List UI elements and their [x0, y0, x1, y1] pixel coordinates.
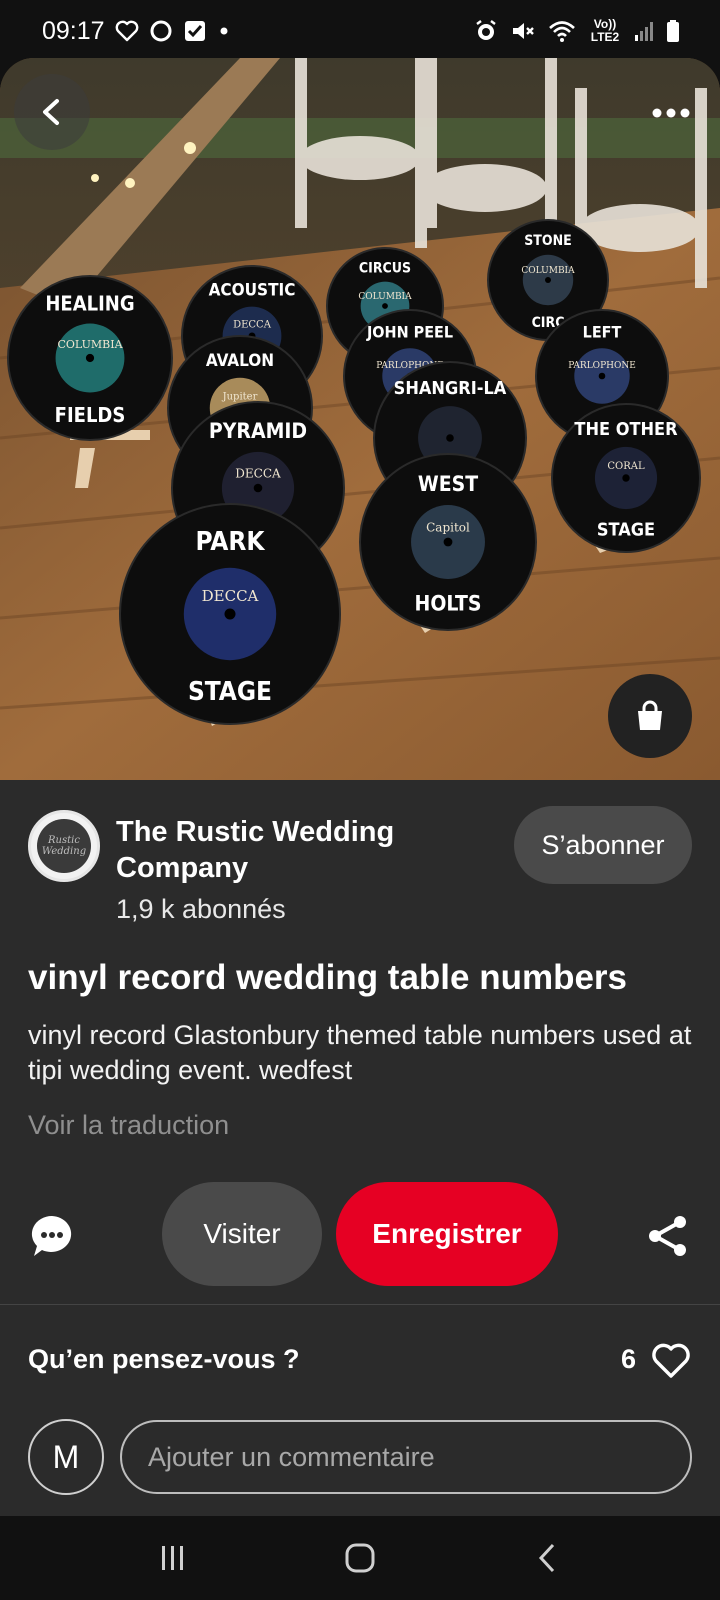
heart-outline-icon [115, 20, 139, 42]
more-options-button[interactable] [636, 78, 706, 148]
more-dots-icon [652, 108, 690, 118]
chevron-left-icon [43, 99, 59, 125]
record-top-label: LEFT [583, 323, 622, 342]
comment-bubble-icon [31, 1215, 72, 1256]
record-brand-label: Capitol [426, 520, 470, 534]
record-top-label: HEALING [45, 291, 134, 315]
record-brand-label: Jupiter [222, 391, 258, 402]
section-divider [0, 1304, 720, 1305]
translate-link[interactable]: Voir la traduction [28, 1110, 229, 1141]
shop-button[interactable] [608, 674, 692, 758]
subscribe-button[interactable]: S’abonner [514, 806, 692, 884]
action-bar: Visiter Enregistrer [0, 1182, 720, 1286]
record-top-label: AVALON [206, 351, 274, 371]
record-top-label: WEST [418, 472, 478, 496]
share-button[interactable] [646, 1214, 690, 1258]
record-bottom-label: FIELDS [55, 403, 126, 427]
record-bottom-label: STAGE [188, 677, 272, 707]
comments-title: Qu’en pensez-vous ? [28, 1344, 300, 1374]
shopping-bag-icon [638, 700, 662, 730]
record-brand-label: COLUMBIA [521, 266, 575, 276]
user-avatar[interactable]: M [28, 1419, 104, 1495]
record-brand-label: DECCA [235, 467, 281, 481]
record-brand-label: COLUMBIA [57, 338, 123, 351]
add-comment-row: M [28, 1416, 692, 1496]
record-top-label: PYRAMID [209, 419, 307, 443]
record-top-label: STONE [524, 233, 572, 249]
record-brand-label: PARLOPHONE [568, 361, 636, 371]
record-brand-label: DECCA [202, 587, 259, 605]
vinyl-record: HEALING FIELDS COLUMBIA [7, 275, 173, 441]
battery-icon [666, 19, 680, 43]
alarm-icon [474, 19, 498, 43]
record-top-label: JOHN PEEL [366, 323, 453, 342]
like-count: 6 [620, 1344, 636, 1374]
record-bottom-label: HOLTS [415, 592, 482, 616]
heart-outline-icon [652, 1343, 690, 1378]
creator-row: Rustic Wedding The Rustic Wedding Compan… [28, 806, 692, 926]
vinyl-record: THE OTHER STAGE CORAL [551, 403, 701, 553]
checkbox-icon [183, 19, 207, 43]
circle-icon [149, 19, 173, 43]
pin-details-panel: Rustic Wedding The Rustic Wedding Compan… [0, 780, 720, 1516]
system-nav-bar [0, 1516, 720, 1600]
record-top-label: CIRCUS [359, 260, 411, 276]
record-bottom-label: STAGE [597, 520, 655, 541]
back-button[interactable] [14, 74, 90, 150]
creator-name[interactable]: The Rustic Wedding Company [116, 814, 416, 886]
status-time: 09:17 [42, 16, 105, 45]
status-bar: 09:17 Vo)) LTE2 [0, 0, 720, 62]
comment-button[interactable] [28, 1212, 76, 1260]
signal-icon [634, 20, 654, 42]
recent-apps-icon [162, 1546, 184, 1570]
comments-header: Qu’en pensez-vous ? 6 [28, 1343, 692, 1384]
record-brand-label: COLUMBIA [358, 292, 412, 302]
status-right: Vo)) LTE2 [474, 18, 680, 44]
mute-icon [510, 19, 536, 43]
record-top-label: ACOUSTIC [209, 280, 296, 300]
creator-avatar[interactable]: Rustic Wedding [28, 810, 100, 882]
creator-avatar-logo: Rustic Wedding [37, 819, 91, 873]
pin-title: vinyl record wedding table numbers [28, 958, 628, 997]
recent-apps-button[interactable] [133, 1528, 213, 1588]
system-back-button[interactable] [507, 1528, 587, 1588]
save-button[interactable]: Enregistrer [336, 1182, 558, 1286]
wifi-icon [548, 19, 576, 43]
creator-followers: 1,9 k abonnés [116, 894, 286, 924]
pin-description: vinyl record Glastonbury themed table nu… [28, 1020, 692, 1085]
vinyl-record: WEST HOLTS Capitol [359, 453, 537, 631]
record-top-label: PARK [196, 527, 266, 557]
record-brand-label: DECCA [233, 320, 272, 331]
vinyl-record: PARK STAGE DECCA [119, 503, 341, 725]
visit-button[interactable]: Visiter [162, 1182, 322, 1286]
pin-image[interactable]: HEALING FIELDS COLUMBIA ACOUSTIC DECCA CIRCUS… [0, 58, 720, 780]
home-icon [345, 1543, 375, 1573]
status-left: 09:17 [42, 17, 231, 46]
record-top-label: THE OTHER [574, 419, 678, 440]
record-top-label: SHANGRI-LA [394, 378, 507, 399]
back-icon [538, 1543, 554, 1573]
dot-icon [217, 24, 231, 38]
comment-input[interactable] [120, 1420, 692, 1494]
share-icon [649, 1216, 686, 1256]
like-button[interactable] [650, 1340, 692, 1382]
records-layer: HEALING FIELDS COLUMBIA ACOUSTIC DECCA CIRCUS… [7, 219, 701, 725]
network-label: Vo)) LTE2 [590, 17, 620, 44]
record-brand-label: CORAL [607, 461, 645, 472]
home-button[interactable] [320, 1528, 400, 1588]
